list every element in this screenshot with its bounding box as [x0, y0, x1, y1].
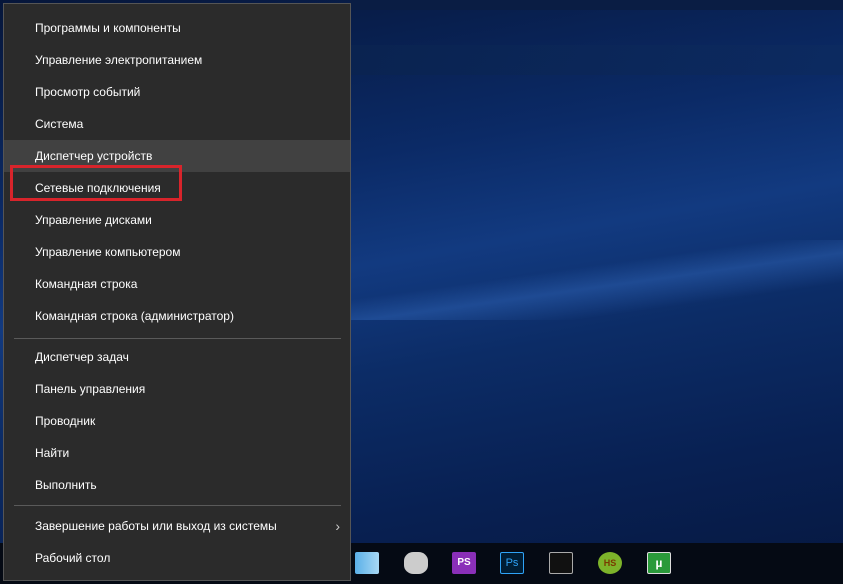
menu-item[interactable]: Проводник [4, 405, 350, 437]
desktop-band [350, 0, 843, 10]
desktop-light [350, 240, 843, 320]
menu-item[interactable]: Завершение работы или выход из системы › [4, 510, 350, 542]
photoshop-icon[interactable]: Ps [500, 552, 524, 574]
menu-item[interactable]: Система [4, 108, 350, 140]
menu-item[interactable]: Диспетчер задач [4, 341, 350, 373]
menu-item-label: Завершение работы или выход из системы [35, 519, 277, 533]
menu-item[interactable]: Управление электропитанием [4, 44, 350, 76]
menu-item[interactable]: Управление компьютером [4, 236, 350, 268]
menu-item-label: Панель управления [35, 382, 146, 396]
menu-item[interactable]: Командная строка (администратор) [4, 300, 350, 332]
menu-item[interactable]: Программы и компоненты [4, 12, 350, 44]
menu-item-label: Программы и компоненты [35, 21, 181, 35]
menu-item[interactable]: Управление дисками [4, 204, 350, 236]
menu-item-label: Проводник [35, 414, 96, 428]
heidisql-icon[interactable]: HS [598, 552, 622, 574]
chevron-right-icon: › [335, 518, 340, 534]
phpstorm-icon[interactable]: PS [452, 552, 476, 574]
explorer-icon[interactable] [355, 552, 379, 574]
menu-separator [14, 505, 341, 506]
menu-item-label: Рабочий стол [35, 551, 111, 565]
menu-item-label: Просмотр событий [35, 85, 141, 99]
menu-item-label: Выполнить [35, 478, 97, 492]
menu-item-label: Командная строка (администратор) [35, 309, 234, 323]
menu-separator [14, 338, 341, 339]
menu-item[interactable]: Просмотр событий [4, 76, 350, 108]
menu-item-label: Управление дисками [35, 213, 152, 227]
annotation-highlight-box [10, 165, 182, 201]
winx-context-menu: Программы и компоненты Управление электро… [3, 3, 351, 581]
menu-item[interactable]: Выполнить [4, 469, 350, 501]
menu-item[interactable]: Панель управления [4, 373, 350, 405]
menu-item[interactable]: Рабочий стол [4, 542, 350, 574]
menu-item-label: Командная строка [35, 277, 138, 291]
desktop-band [350, 45, 843, 75]
menu-item[interactable]: Командная строка [4, 268, 350, 300]
app-icon[interactable] [404, 552, 428, 574]
menu-item[interactable]: Найти [4, 437, 350, 469]
cmd-icon[interactable] [549, 552, 573, 574]
menu-item-label: Найти [35, 446, 70, 460]
menu-item-label: Диспетчер устройств [35, 149, 153, 163]
menu-item-label: Диспетчер задач [35, 350, 129, 364]
utorrent-icon[interactable]: µ [647, 552, 671, 574]
menu-item-label: Управление электропитанием [35, 53, 203, 67]
menu-item-label: Управление компьютером [35, 245, 181, 259]
menu-item-label: Система [35, 117, 84, 131]
